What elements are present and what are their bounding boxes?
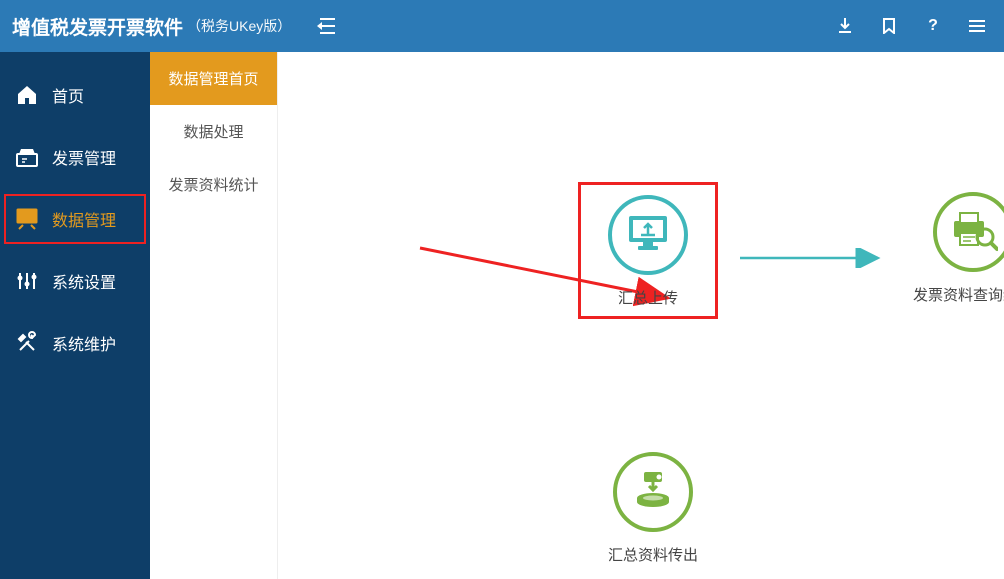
tile-summary-export[interactable]: 汇总资料传出 bbox=[583, 452, 723, 565]
subnav-item-stats[interactable]: 发票资料统计 bbox=[150, 158, 277, 211]
nav-item-data[interactable]: 数据管理 bbox=[0, 188, 150, 250]
content-area: 汇总上传 发票资料查询统计 bbox=[278, 52, 1004, 579]
nav-item-settings[interactable]: 系统设置 bbox=[0, 250, 150, 312]
tile-invoice-query[interactable]: 发票资料查询统计 bbox=[903, 192, 1004, 305]
nav-item-home[interactable]: 首页 bbox=[0, 64, 150, 126]
settings-icon bbox=[14, 268, 40, 294]
menu-collapse-icon bbox=[317, 17, 337, 35]
nav-item-maintain[interactable]: 系统维护 bbox=[0, 312, 150, 374]
download-icon[interactable] bbox=[830, 11, 860, 41]
help-icon[interactable]: ? bbox=[918, 11, 948, 41]
nav-label: 首页 bbox=[52, 83, 84, 107]
app-subtitle: （税务UKey版） bbox=[187, 16, 291, 36]
left-sidebar: 首页 发票管理 数据管理 系统设置 系统维护 bbox=[0, 52, 150, 579]
export-device-icon bbox=[630, 468, 676, 517]
invoice-icon bbox=[14, 144, 40, 170]
subnav-item-process[interactable]: 数据处理 bbox=[150, 105, 277, 158]
flow-arrow-icon bbox=[738, 248, 888, 268]
tile-label: 汇总资料传出 bbox=[583, 544, 723, 565]
nav-item-invoice[interactable]: 发票管理 bbox=[0, 126, 150, 188]
nav-label: 系统设置 bbox=[52, 269, 116, 293]
upload-monitor-icon bbox=[625, 212, 671, 259]
sidebar-toggle-button[interactable] bbox=[313, 12, 341, 40]
tile-summary-upload[interactable]: 汇总上传 bbox=[578, 182, 718, 319]
bookmark-icon[interactable] bbox=[874, 11, 904, 41]
app-title: 增值税发票开票软件 bbox=[12, 13, 183, 40]
topbar: 增值税发票开票软件 （税务UKey版） ? bbox=[0, 0, 1004, 52]
nav-label: 发票管理 bbox=[52, 145, 116, 169]
subnav-item-home[interactable]: 数据管理首页 bbox=[150, 52, 277, 105]
home-icon bbox=[14, 82, 40, 108]
nav-label: 系统维护 bbox=[52, 331, 116, 355]
printer-search-icon bbox=[948, 207, 998, 258]
more-menu-icon[interactable] bbox=[962, 11, 992, 41]
nav-label: 数据管理 bbox=[52, 207, 116, 231]
tile-label: 发票资料查询统计 bbox=[903, 284, 1004, 305]
tile-label: 汇总上传 bbox=[581, 287, 715, 308]
tools-icon bbox=[14, 330, 40, 356]
sub-sidebar: 数据管理首页 数据处理 发票资料统计 bbox=[150, 52, 278, 579]
data-icon bbox=[14, 206, 40, 232]
